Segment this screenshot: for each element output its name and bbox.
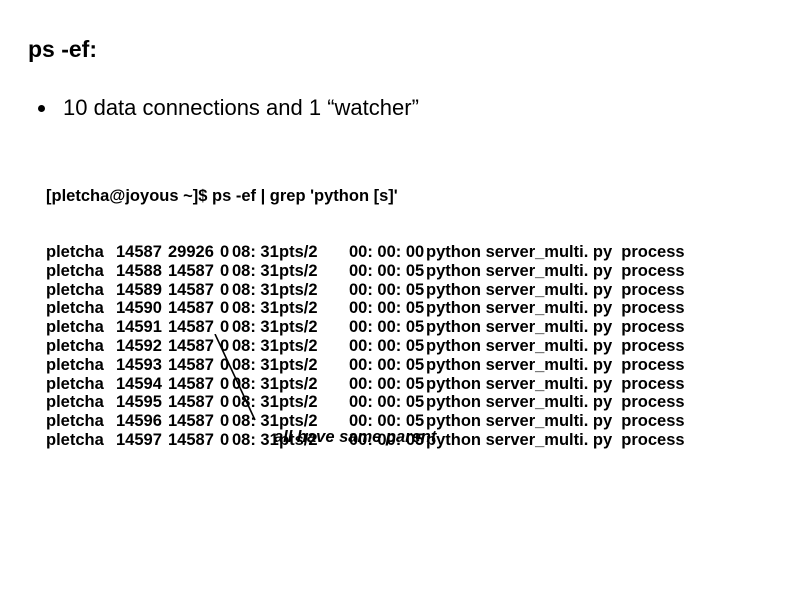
ps-c: 0 [220,262,232,281]
ps-stime: 08: 31 [232,243,279,262]
ps-stime: 08: 31 [232,337,279,356]
ps-cmd: python server_multi. py process [426,375,685,394]
ps-cmd: python server_multi. py process [426,337,685,356]
ps-cmd: python server_multi. py process [426,393,685,412]
ps-c: 0 [220,375,232,394]
ps-time: 00: 00: 05 [349,337,426,356]
process-row: pletcha1458914587008: 31pts/2 00: 00: 05p… [46,281,794,300]
ps-uid: pletcha [46,262,116,281]
process-row: pletcha1458729926008: 31pts/2 00: 00: 00p… [46,243,794,262]
ps-tty: pts/2 [279,337,326,356]
ps-cmd: python server_multi. py process [426,281,685,300]
command-line: [pletcha@joyous ~]$ ps -ef | grep 'pytho… [46,187,794,206]
ps-pid: 14597 [116,431,168,450]
ps-stime: 08: 31 [232,356,279,375]
ps-uid: pletcha [46,337,116,356]
ps-tty: pts/2 [279,318,326,337]
slide-title: ps -ef: [28,36,794,63]
ps-time: 00: 00: 05 [349,299,426,318]
ps-uid: pletcha [46,318,116,337]
ps-uid: pletcha [46,356,116,375]
ps-time: 00: 00: 05 [349,356,426,375]
ps-c: 0 [220,393,232,412]
ps-tty: pts/2 [279,393,326,412]
ps-uid: pletcha [46,375,116,394]
ps-ppid: 14587 [168,281,220,300]
ps-tty: pts/2 [279,243,326,262]
ps-pid: 14593 [116,356,168,375]
process-row: pletcha1459014587008: 31pts/2 00: 00: 05p… [46,299,794,318]
ps-stime: 08: 31 [232,375,279,394]
ps-tty: pts/2 [279,375,326,394]
ps-cmd: python server_multi. py process [426,431,685,450]
ps-stime: 08: 31 [232,281,279,300]
ps-stime: 08: 31 [232,393,279,412]
ps-time: 00: 00: 00 [349,243,426,262]
ps-tty: pts/2 [279,299,326,318]
ps-stime: 08: 31 [232,412,279,431]
ps-ppid: 14587 [168,412,220,431]
ps-ppid: 14587 [168,375,220,394]
ps-stime: 08: 31 [232,262,279,281]
ps-pid: 14596 [116,412,168,431]
ps-tty: pts/2 [279,262,326,281]
ps-cmd: python server_multi. py process [426,262,685,281]
bullet-icon [38,105,45,112]
ps-stime: 08: 31 [232,318,279,337]
ps-pid: 14595 [116,393,168,412]
ps-cmd: python server_multi. py process [426,243,685,262]
ps-c: 0 [220,243,232,262]
ps-ppid: 14587 [168,356,220,375]
process-row: pletcha1459314587008: 31pts/2 00: 00: 05p… [46,356,794,375]
ps-cmd: python server_multi. py process [426,356,685,375]
ps-cmd: python server_multi. py process [426,318,685,337]
ps-cmd: python server_multi. py process [426,299,685,318]
ps-pid: 14590 [116,299,168,318]
process-row: pletcha1458814587008: 31pts/2 00: 00: 05p… [46,262,794,281]
ps-c: 0 [220,356,232,375]
annotation-text: all have same parent [274,428,436,447]
ps-c: 0 [220,318,232,337]
ps-tty: pts/2 [279,356,326,375]
ps-ppid: 29926 [168,243,220,262]
ps-ppid: 14587 [168,393,220,412]
ps-ppid: 14587 [168,299,220,318]
bullet-row: 10 data connections and 1 “watcher” [38,95,794,121]
ps-pid: 14594 [116,375,168,394]
ps-c: 0 [220,281,232,300]
ps-time: 00: 00: 05 [349,393,426,412]
ps-stime: 08: 31 [232,431,279,450]
process-row: pletcha1459514587008: 31pts/2 00: 00: 05p… [46,393,794,412]
ps-c: 0 [220,431,232,450]
process-row: pletcha1459214587008: 31pts/2 00: 00: 05p… [46,337,794,356]
ps-c: 0 [220,299,232,318]
ps-c: 0 [220,337,232,356]
ps-uid: pletcha [46,299,116,318]
bullet-text: 10 data connections and 1 “watcher” [63,95,419,121]
ps-uid: pletcha [46,281,116,300]
process-row: pletcha1459114587008: 31pts/2 00: 00: 05p… [46,318,794,337]
ps-ppid: 14587 [168,262,220,281]
ps-time: 00: 00: 05 [349,281,426,300]
process-row: pletcha1459414587008: 31pts/2 00: 00: 05p… [46,375,794,394]
ps-c: 0 [220,412,232,431]
ps-ppid: 14587 [168,337,220,356]
ps-uid: pletcha [46,431,116,450]
ps-uid: pletcha [46,243,116,262]
ps-time: 00: 00: 05 [349,375,426,394]
ps-pid: 14591 [116,318,168,337]
ps-ppid: 14587 [168,431,220,450]
ps-uid: pletcha [46,393,116,412]
ps-tty: pts/2 [279,281,326,300]
ps-time: 00: 00: 05 [349,262,426,281]
ps-cmd: python server_multi. py process [426,412,685,431]
ps-pid: 14589 [116,281,168,300]
ps-time: 00: 00: 05 [349,318,426,337]
ps-uid: pletcha [46,412,116,431]
ps-pid: 14587 [116,243,168,262]
ps-stime: 08: 31 [232,299,279,318]
ps-pid: 14592 [116,337,168,356]
ps-ppid: 14587 [168,318,220,337]
ps-pid: 14588 [116,262,168,281]
